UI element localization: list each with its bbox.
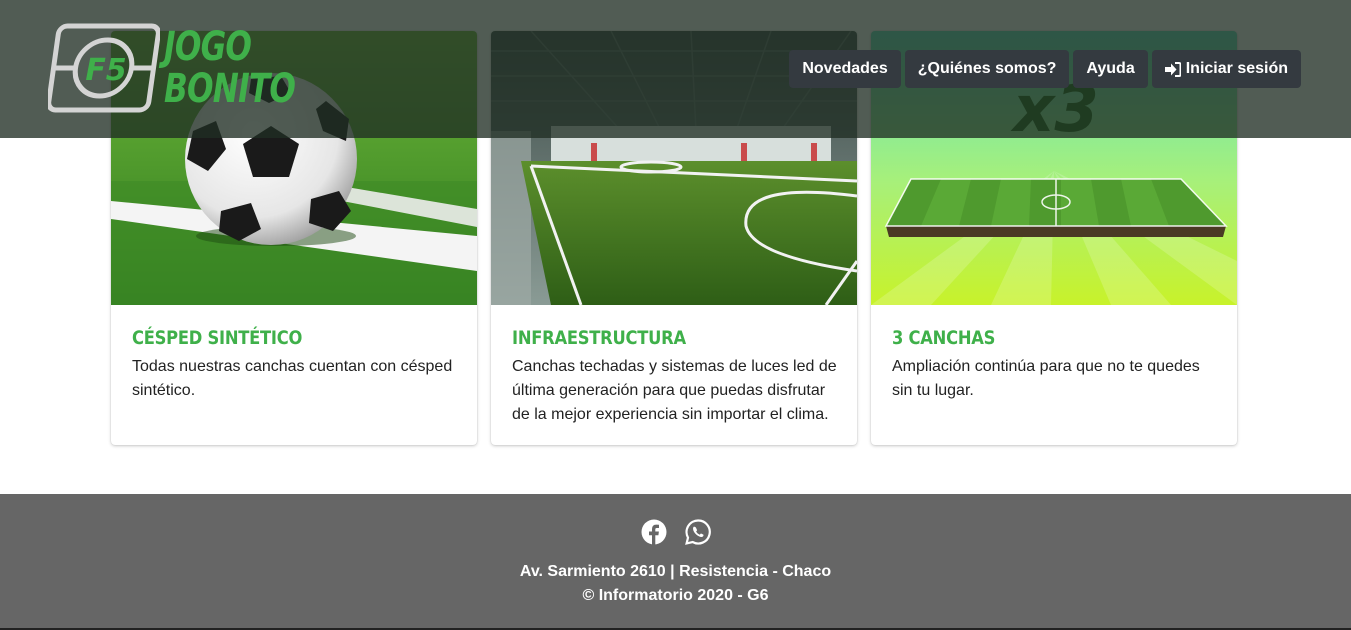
card-title: CÉSPED SINTÉTICO [132,327,303,349]
brand-logo[interactable]: F5 JOGO BONITO [48,22,296,116]
sign-in-icon [1164,61,1181,77]
brand-name-line2: BONITO [164,66,296,112]
nav-label: Novedades [802,60,888,77]
brand-name-line1: JOGO [164,24,252,70]
card-description: Canchas techadas y sistemas de luces led… [512,358,837,423]
nav-label: Iniciar sesión [1185,60,1288,77]
whatsapp-icon[interactable] [684,519,711,545]
brand-name: JOGO BONITO [164,24,296,112]
nav-quienes-somos[interactable]: ¿Quiénes somos? [904,50,1070,88]
f5-logo-icon: F5 [48,23,160,113]
facebook-icon[interactable] [641,519,667,545]
nav-novedades[interactable]: Novedades [789,50,901,88]
svg-text:F5: F5 [85,53,126,88]
nav-label: Ayuda [1086,60,1135,77]
footer-address: Av. Sarmiento 2610 | Resistencia - Chaco [519,563,832,580]
card-title: INFRAESTRUCTURA [512,327,686,349]
card-title: 3 CANCHAS [892,327,996,349]
login-button[interactable]: Iniciar sesión [1151,50,1301,88]
footer: Av. Sarmiento 2610 | Resistencia - Chaco… [0,494,1351,630]
social-links [0,519,1351,545]
nav-label: ¿Quiénes somos? [917,60,1057,77]
card-description: Ampliación continúa para que no te quede… [892,358,1200,399]
card-description: Todas nuestras canchas cuentan con céspe… [132,358,453,399]
nav-ayuda[interactable]: Ayuda [1073,50,1148,88]
footer-copyright: © Informatorio 2020 - G6 [582,587,769,604]
top-navbar: F5 JOGO BONITO Novedades ¿Quiénes somos?… [0,0,1351,138]
main-nav: Novedades ¿Quiénes somos? Ayuda Iniciar … [789,50,1301,88]
